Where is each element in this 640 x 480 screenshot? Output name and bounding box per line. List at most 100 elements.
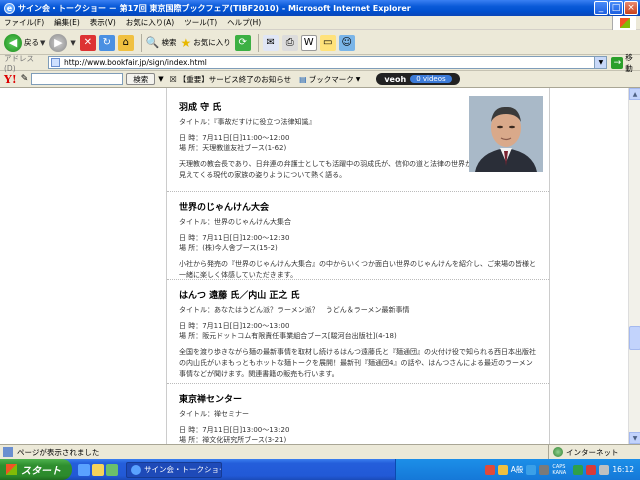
start-button[interactable]: スタート	[0, 459, 72, 480]
ie-icon: e	[4, 2, 15, 14]
ie-quicklaunch-icon[interactable]	[78, 463, 90, 476]
yahoo-notice: 【重要】サービス終了のお知らせ	[178, 74, 292, 84]
print-icon[interactable]: ⎙	[281, 34, 298, 51]
search-button[interactable]: 🔍 検索	[146, 36, 177, 49]
ime-pad-icon[interactable]	[526, 464, 537, 475]
tray-keyboard-icon[interactable]	[497, 464, 508, 475]
menu-file[interactable]: ファイル(F)	[4, 17, 44, 28]
zone-label: インターネット	[566, 447, 619, 457]
tray-security-icon[interactable]	[586, 464, 597, 475]
address-input[interactable]: http://www.bookfair.jp/sign/index.html ▼	[48, 56, 608, 69]
search-icon: 🔍	[145, 36, 160, 49]
window-title: サイン会・トークショー － 第17回 東京国際ブックフェア(TIBF2010) …	[18, 3, 411, 13]
event-item: はんつ 遠藤 氏／内山 正之 氏 タイトル：あなたはうどん派？ラーメン派？ うど…	[167, 280, 549, 384]
event-place: 場 所：阪元ドットコム有限責任事業組合ブース[駿河台出版社](4-18)	[179, 332, 397, 340]
task-label: サイン会・トークショー -...	[144, 465, 222, 474]
tray-app-icon[interactable]	[484, 464, 495, 475]
notes-icon[interactable]: ▭	[319, 34, 336, 51]
forward-dropdown-icon[interactable]: ▼	[70, 39, 75, 47]
event-title: タイトル：禅セミナー	[179, 410, 249, 418]
star-icon: ★	[180, 35, 192, 50]
tray-network-icon[interactable]	[573, 464, 584, 475]
speaker-photo	[469, 96, 543, 172]
back-label: 戻る	[24, 38, 39, 47]
event-name: 東京禅センター	[179, 395, 243, 405]
event-place: 場 所：禅文化研究所ブース(3-21)	[179, 436, 287, 444]
address-label: アドレス(D)	[4, 53, 34, 73]
edit-icon[interactable]: W	[300, 34, 317, 51]
menu-edit[interactable]: 編集(E)	[54, 17, 80, 28]
mail-icon[interactable]: ✉	[262, 34, 279, 51]
go-arrow-icon: →	[611, 56, 624, 69]
title-bar: e サイン会・トークショー － 第17回 東京国際ブックフェア(TIBF2010…	[0, 0, 640, 16]
pencil-icon[interactable]: ✎	[21, 74, 29, 84]
speaker-portrait-image	[469, 96, 543, 172]
yahoo-dropdown-icon[interactable]: ▼	[158, 75, 163, 83]
stop-icon[interactable]: ✕	[79, 34, 96, 51]
bookmark-dropdown-icon[interactable]: ▼	[356, 76, 361, 83]
volume-icon[interactable]	[599, 464, 610, 475]
forward-button[interactable]: ▶ ▼	[49, 33, 76, 52]
event-datetime: 日 時：7月11日[日]11:00～12:00	[179, 134, 290, 142]
event-desc: 小社から発売の『世界のじゃんけん大集合』の中からいくつか面白い世界のじゃんけんを…	[179, 260, 536, 279]
event-item: 羽成 守 氏 タイトル：『事故だすけに役立つ法律知識』 日 時：7月11日[日]…	[167, 88, 549, 192]
start-label: スタート	[21, 466, 61, 477]
yahoo-search-button[interactable]: 検索	[126, 73, 156, 85]
quick-launch	[78, 463, 118, 476]
yahoo-toolbar: Y! ✎ 検索 ▼ ☒ 【重要】サービス終了のお知らせ ▤ ブックマーク ▼ v…	[0, 71, 640, 88]
close-box-icon: ☒	[169, 74, 177, 84]
globe-icon	[553, 447, 563, 457]
veoh-button[interactable]: veoh 0 videos	[376, 73, 460, 85]
yahoo-logo[interactable]: Y!	[4, 73, 17, 86]
back-dropdown-icon[interactable]: ▼	[40, 39, 45, 47]
desktop-quicklaunch-icon[interactable]	[106, 463, 118, 476]
forward-arrow-icon: ▶	[49, 33, 68, 52]
event-desc: 全国を渡り歩きながら麺の最新事情を取材し続けるはんつ遠藤氏と『麺通団』の火付け役…	[179, 348, 536, 378]
menu-favorites[interactable]: お気に入り(A)	[126, 17, 174, 28]
standard-toolbar: ◀ 戻る ▼ ▶ ▼ ✕ ↻ ⌂ 🔍 検索 ★ お気に入り ⟳ ✉ ⎙ W ▭ …	[0, 31, 640, 55]
yahoo-search-input[interactable]	[31, 73, 124, 85]
menu-help[interactable]: ヘルプ(H)	[227, 17, 261, 28]
scroll-down-icon[interactable]: ▼	[629, 432, 640, 444]
messenger-icon[interactable]: ☺	[338, 34, 355, 51]
event-name: 世界のじゃんけん大会	[179, 203, 270, 213]
security-zone: インターネット	[548, 444, 619, 460]
vertical-scrollbar[interactable]: ▲ ▼	[628, 88, 640, 444]
menu-bar: ファイル(F) 編集(E) 表示(V) お気に入り(A) ツール(T) ヘルプ(…	[0, 16, 640, 30]
menu-view[interactable]: 表示(V)	[90, 17, 116, 28]
home-icon[interactable]: ⌂	[117, 34, 134, 51]
event-name: はんつ 遠藤 氏／内山 正之 氏	[179, 291, 300, 301]
scroll-thumb[interactable]	[629, 326, 640, 350]
ime-indicator[interactable]: A般	[511, 464, 524, 475]
ie-task-icon	[131, 464, 141, 475]
back-arrow-icon: ◀	[4, 33, 22, 52]
page-viewport: 羽成 守 氏 タイトル：『事故だすけに役立つ法律知識』 日 時：7月11日[日]…	[0, 88, 628, 444]
event-title: タイトル：『事故だすけに役立つ法律知識』	[179, 118, 316, 126]
toolbar-separator	[257, 33, 259, 52]
maximize-button[interactable]: □	[609, 1, 623, 15]
clock[interactable]: 16:12	[612, 465, 634, 474]
ime-tools-icon[interactable]	[539, 464, 550, 475]
scroll-up-icon[interactable]: ▲	[629, 88, 640, 100]
caps-indicator: CAPS KANA	[552, 463, 567, 476]
page-done-icon	[3, 447, 13, 457]
address-url: http://www.bookfair.jp/sign/index.html	[64, 58, 207, 67]
history-icon[interactable]: ⟳	[234, 34, 251, 51]
yahoo-notice-link[interactable]: ☒ 【重要】サービス終了のお知らせ	[170, 74, 292, 85]
toolbar-separator	[140, 33, 142, 52]
address-dropdown-icon[interactable]: ▼	[594, 57, 607, 68]
yahoo-bookmark-link[interactable]: ▤ ブックマーク ▼	[299, 74, 360, 85]
event-name: 羽成 守 氏	[179, 103, 222, 113]
search-label: 検索	[161, 38, 177, 47]
event-place: 場 所：天理教道友社ブース(1-62)	[179, 144, 287, 152]
refresh-icon[interactable]: ↻	[98, 34, 115, 51]
back-button[interactable]: ◀ 戻る ▼	[4, 33, 45, 52]
favorites-button[interactable]: ★ お気に入り	[180, 36, 230, 50]
windows-logo-icon	[612, 16, 636, 30]
folder-quicklaunch-icon[interactable]	[92, 463, 104, 476]
close-button[interactable]: ×	[624, 1, 638, 15]
menu-tools[interactable]: ツール(T)	[184, 17, 217, 28]
taskbar-item-ie[interactable]: サイン会・トークショー -...	[126, 461, 222, 478]
minimize-button[interactable]: _	[594, 1, 608, 15]
status-text: ページが表示されました	[17, 447, 100, 457]
